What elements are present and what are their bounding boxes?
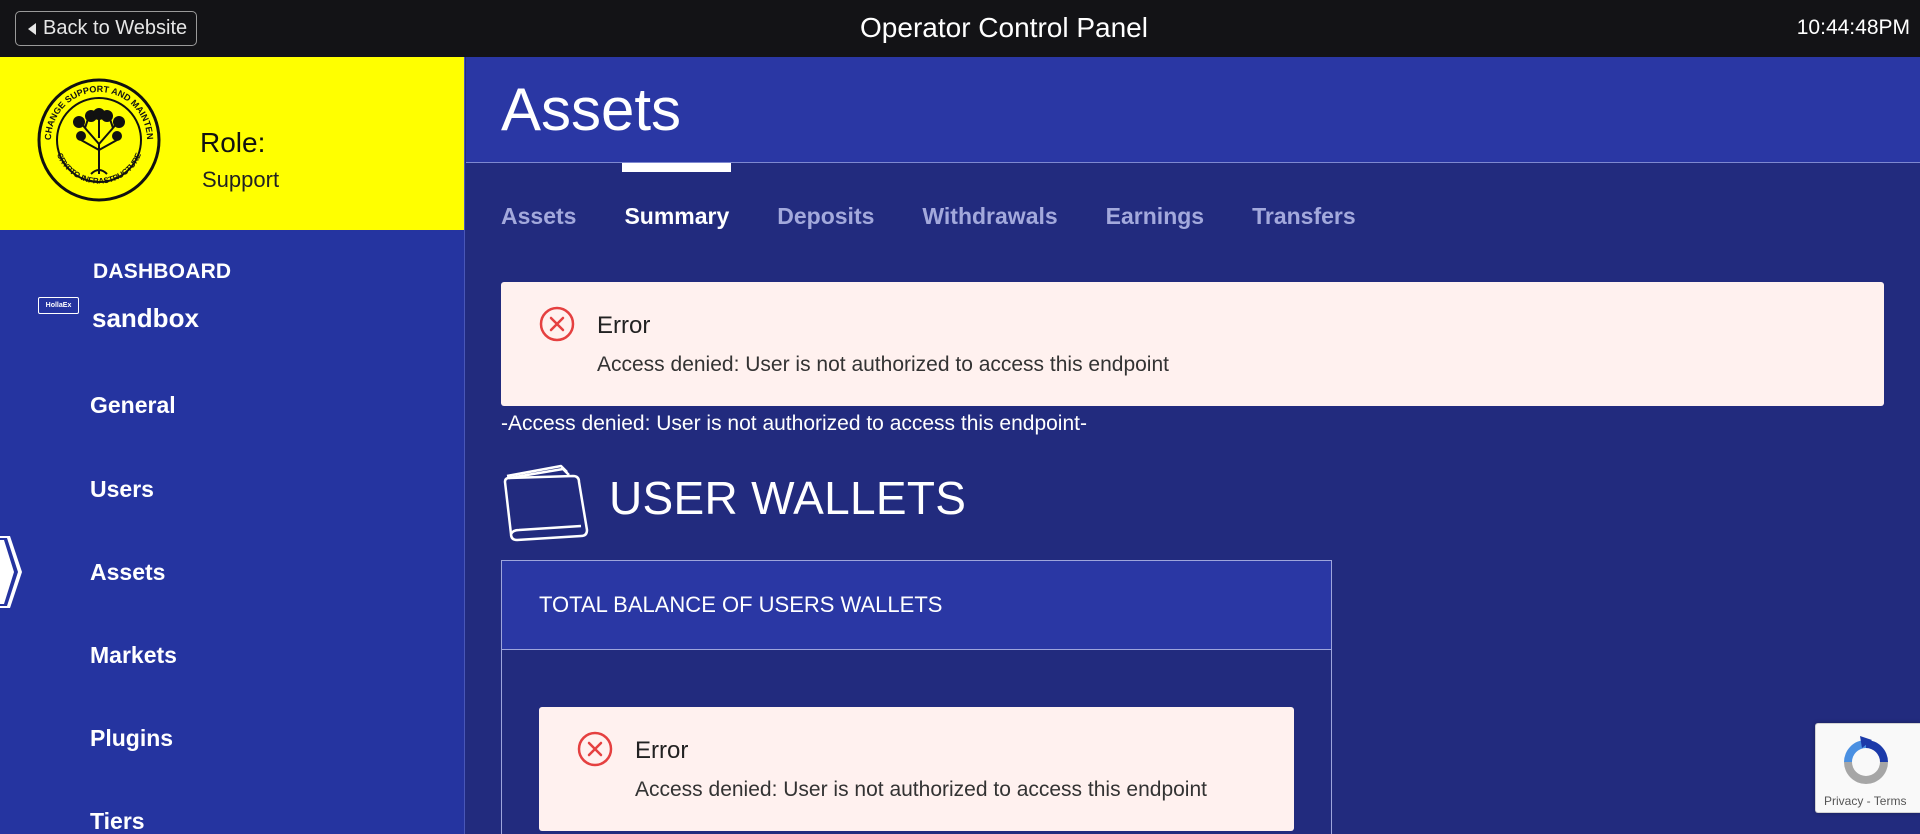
total-balance-card-header: TOTAL BALANCE OF USERS WALLETS [502, 561, 1331, 650]
sidebar-item-label: General [90, 391, 176, 418]
tab-assets[interactable]: Assets [501, 163, 576, 243]
wallet-icon [503, 464, 589, 542]
sidebar-item-assets[interactable]: Assets [0, 536, 464, 608]
error-alert-title: Error [597, 312, 651, 339]
dashboard-label: DASHBOARD [93, 260, 232, 283]
page-title: Assets [501, 76, 682, 143]
balance-error-message: Access denied: User is not authorized to… [635, 778, 1207, 801]
top-bar: Back to Website Operator Control Panel 1… [0, 0, 1920, 57]
main-content: Assets Assets Summary Deposits Withdrawa… [466, 57, 1920, 834]
sidebar-item-general[interactable]: General [0, 375, 464, 435]
balance-error-alert: Error Access denied: User is not authori… [539, 707, 1294, 831]
total-balance-card: TOTAL BALANCE OF USERS WALLETS Error Acc… [501, 560, 1332, 834]
page-header: Assets [466, 57, 1920, 163]
sidebar-item-label: Users [90, 475, 154, 502]
sidebar-item-label: Assets [90, 558, 166, 585]
dashboard-block[interactable]: HollaEx DASHBOARD sandbox [0, 230, 464, 350]
environment-label: sandbox [92, 303, 199, 333]
sidebar-item-markets[interactable]: Markets [0, 625, 464, 685]
tab-bar: Assets Summary Deposits Withdrawals Earn… [501, 163, 1404, 243]
recaptcha-badge[interactable]: Privacy - Terms [1815, 723, 1920, 813]
sidebar-item-plugins[interactable]: Plugins [0, 708, 464, 768]
user-wallets-heading: USER WALLETS [501, 460, 966, 544]
active-item-marker [0, 536, 22, 608]
sidebar-item-label: Tiers [90, 807, 145, 834]
error-circle-icon [577, 731, 613, 767]
clock: 10:44:48PM [1796, 16, 1910, 39]
sidebar-item-users[interactable]: Users [0, 459, 464, 519]
balance-error-title: Error [635, 737, 689, 764]
tab-withdrawals[interactable]: Withdrawals [922, 163, 1057, 243]
exchange-support-seal-logo: EXCHANGE SUPPORT AND MAINTENCE CRYPTO IN… [37, 78, 161, 202]
role-label: Role: [200, 127, 266, 158]
sidebar-item-label: Plugins [90, 724, 174, 751]
error-inline-text: -Access denied: User is not authorized t… [501, 412, 1087, 435]
error-alert-message: Access denied: User is not authorized to… [597, 353, 1169, 376]
role-value: Support [202, 167, 280, 192]
error-circle-icon [539, 306, 575, 342]
sidebar-item-label: Markets [90, 641, 177, 668]
role-panel: EXCHANGE SUPPORT AND MAINTENCE CRYPTO IN… [0, 57, 464, 230]
sidebar-item-tiers[interactable]: Tiers [0, 791, 464, 834]
tab-deposits[interactable]: Deposits [777, 163, 874, 243]
app-title: Operator Control Panel [860, 12, 1148, 43]
recaptcha-privacy-terms[interactable]: Privacy - Terms [1824, 794, 1906, 808]
user-wallets-title: USER WALLETS [609, 472, 967, 524]
sidebar: EXCHANGE SUPPORT AND MAINTENCE CRYPTO IN… [0, 57, 465, 834]
recaptcha-icon [1844, 736, 1888, 784]
tab-earnings[interactable]: Earnings [1106, 163, 1204, 243]
error-alert: Error Access denied: User is not authori… [501, 282, 1884, 406]
hollaex-logo: HollaEx [38, 297, 79, 314]
tab-summary[interactable]: Summary [622, 163, 732, 243]
tab-transfers[interactable]: Transfers [1252, 163, 1356, 243]
